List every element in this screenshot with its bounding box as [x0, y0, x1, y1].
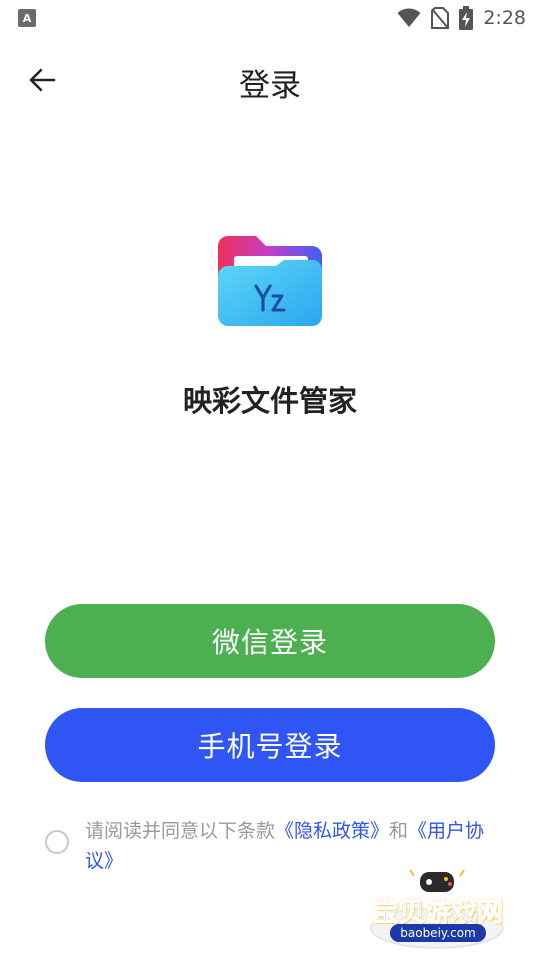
app-name: 映彩文件管家 [182, 384, 357, 418]
agreement-checkbox[interactable] [45, 830, 69, 854]
no-sim-icon [431, 7, 450, 29]
notification-glyph: A [22, 11, 32, 25]
agreement-conjunction: 和 [389, 820, 409, 842]
page-title: 登录 [239, 68, 301, 104]
wechat-login-button[interactable]: 微信登录 [45, 604, 495, 678]
agreement-prefix: 请阅读并同意以下条款 [85, 820, 276, 842]
folder-logo-icon [218, 236, 324, 328]
notification-icon: A [18, 9, 36, 27]
status-icons: 2:28 [397, 6, 526, 30]
app-bar: 登录 [0, 50, 540, 110]
watermark-url: baobeiy.com [390, 924, 486, 942]
phone-login-button[interactable]: 手机号登录 [45, 708, 495, 782]
wifi-icon [397, 8, 421, 27]
watermark-logo: 宝贝游戏网 baobeiy.com [362, 866, 512, 954]
status-time: 2:28 [483, 7, 526, 29]
privacy-policy-link[interactable]: 《隐私政策》 [275, 820, 389, 842]
status-bar: A 2:28 [0, 0, 540, 36]
battery-charging-icon [459, 6, 474, 30]
